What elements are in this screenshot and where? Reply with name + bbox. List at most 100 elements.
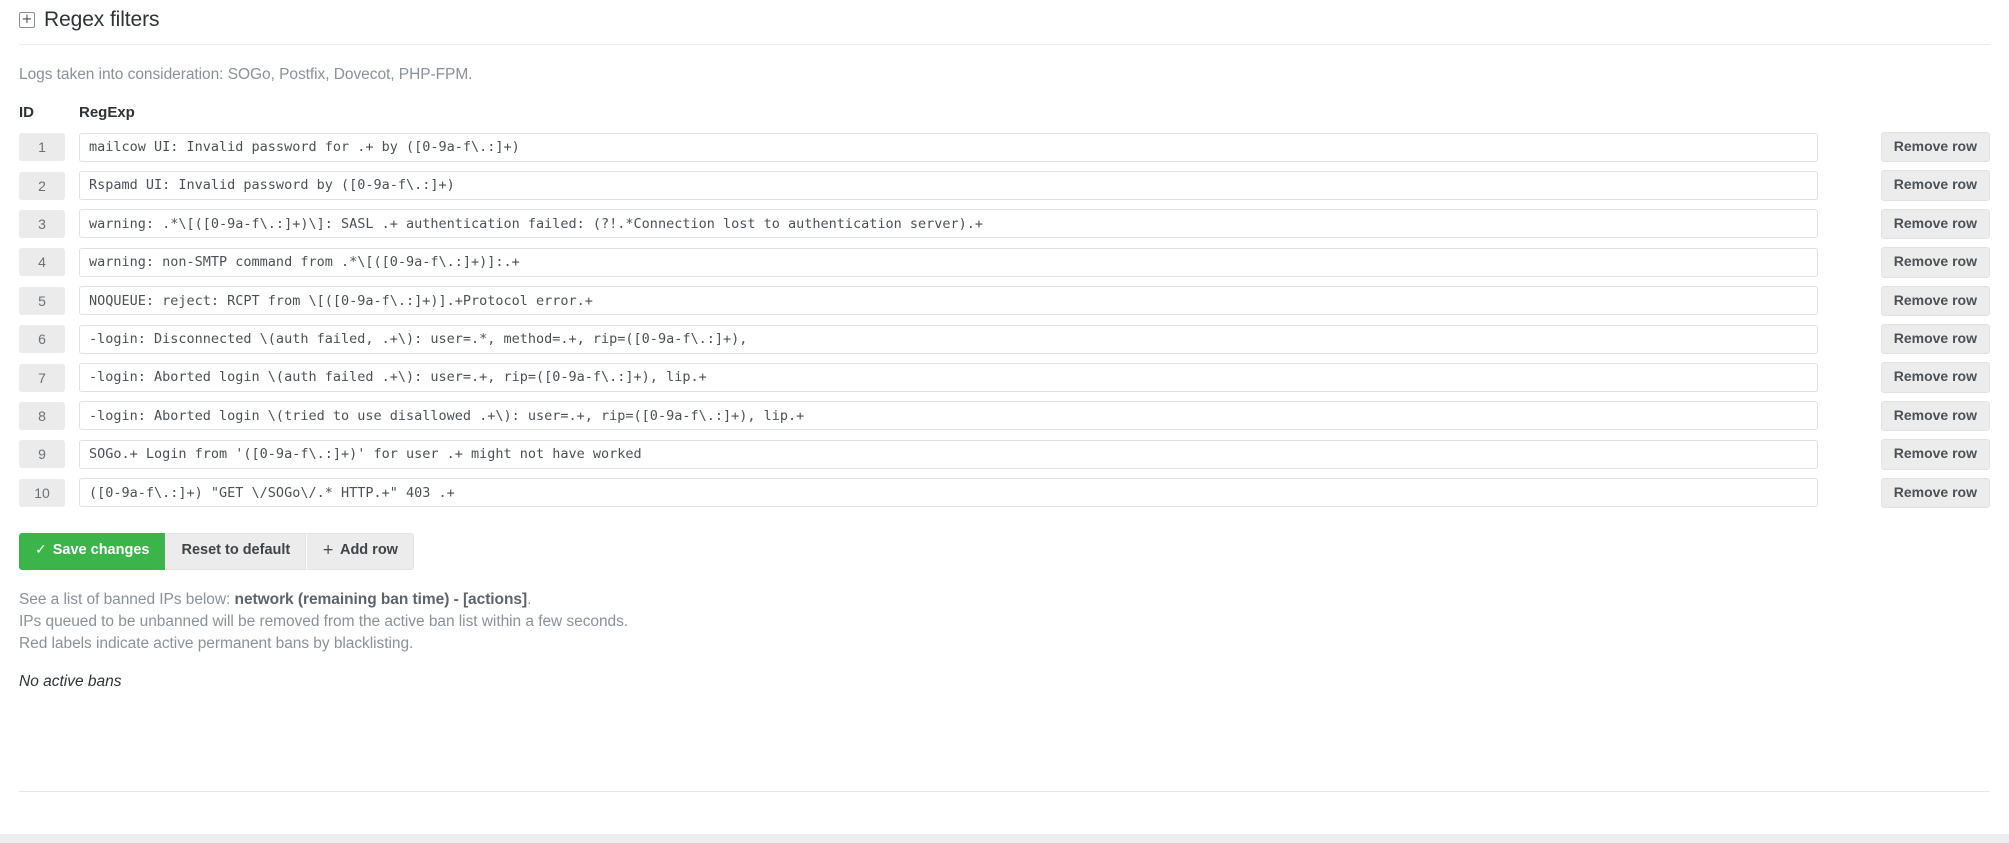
row-id-cell: 2: [19, 170, 65, 208]
table-row: 8 -login: Aborted login \(tried to use di…: [19, 400, 1990, 439]
row-id-value: 2: [19, 171, 65, 200]
row-id-cell: 1: [19, 132, 65, 170]
info-line-1-bold: network (remaining ban time) - [actions]: [234, 590, 528, 608]
no-active-bans-status: No active bans: [19, 672, 122, 690]
row-actions-cell: Remove row: [1830, 439, 1990, 477]
table-row: 7 -login: Aborted login \(auth failed .+\…: [19, 362, 1990, 400]
row-id-cell: 8: [19, 401, 65, 439]
info-line-2: IPs queued to be unbanned will be remove…: [19, 612, 629, 630]
table-head: ID RegExp: [19, 104, 1990, 132]
row-regex-cell: -login: Aborted login \(tried to use dis…: [65, 401, 1830, 439]
table-row: 1 mailcow UI: Invalid password for .+ by …: [19, 132, 1990, 170]
remove-row-button[interactable]: Remove row: [1880, 362, 1990, 393]
info-line-1-suffix: .: [527, 590, 532, 608]
row-id-value: 3: [19, 209, 65, 238]
plus-box-icon[interactable]: +: [19, 12, 35, 28]
check-icon: ✓: [35, 542, 47, 559]
save-changes-button[interactable]: ✓ Save changes: [19, 532, 166, 570]
regex-input[interactable]: -login: Aborted login \(auth failed .+\)…: [79, 363, 1818, 393]
regex-input[interactable]: Rspamd UI: Invalid password by ([0-9a-f\…: [79, 171, 1818, 201]
remove-row-button[interactable]: Remove row: [1880, 400, 1990, 432]
row-regex-cell: -login: Disconnected \(auth failed, .+\)…: [65, 324, 1830, 362]
reset-to-default-button[interactable]: Reset to default: [165, 532, 307, 570]
regex-input[interactable]: warning: non-SMTP command from .*\[([0-9…: [79, 247, 1818, 277]
row-regex-cell: SOGo.+ Login from '([0-9a-f\.:]+)' for u…: [65, 439, 1830, 477]
form-actions-toolbar: ✓ Save changes Reset to default + Add ro…: [19, 532, 414, 570]
logs-considered-note: Logs taken into consideration: SOGo, Pos…: [19, 66, 473, 83]
remove-row-button[interactable]: Remove row: [1880, 285, 1990, 316]
remove-row-button[interactable]: Remove row: [1880, 247, 1990, 278]
row-actions-cell: Remove row: [1830, 323, 1990, 362]
info-line-1-prefix: See a list of banned IPs below:: [19, 590, 235, 608]
reset-to-default-label: Reset to default: [181, 541, 291, 558]
row-actions-cell: Remove row: [1830, 247, 1990, 285]
row-id-value: 1: [19, 133, 65, 162]
table-row: 10 ([0-9a-f\.:]+) "GET \/SOGo\/.* HTTP.+"…: [19, 477, 1990, 516]
table-body: 1 mailcow UI: Invalid password for .+ by …: [19, 132, 1990, 516]
row-id-cell: 3: [19, 209, 65, 247]
regex-input[interactable]: -login: Aborted login \(tried to use dis…: [79, 401, 1818, 431]
row-id-value: 4: [19, 248, 65, 277]
row-actions-cell: Remove row: [1830, 285, 1990, 324]
remove-row-button[interactable]: Remove row: [1880, 170, 1990, 201]
row-id-value: 5: [19, 286, 65, 315]
row-id-value: 7: [19, 363, 65, 392]
row-actions-cell: Remove row: [1830, 132, 1990, 170]
panel-header: + Regex filters: [19, 0, 1990, 45]
row-id-cell: 7: [19, 362, 65, 400]
row-regex-cell: warning: non-SMTP command from .*\[([0-9…: [65, 247, 1830, 285]
remove-row-button[interactable]: Remove row: [1880, 477, 1990, 508]
row-actions-cell: Remove row: [1830, 362, 1990, 400]
regex-filters-page: + Regex filters Logs taken into consider…: [0, 0, 2009, 843]
row-regex-cell: NOQUEUE: reject: RCPT from \[([0-9a-f\.:…: [65, 286, 1830, 324]
ban-list-info: See a list of banned IPs below: network …: [19, 589, 1990, 691]
section-divider: [19, 791, 1990, 792]
save-changes-label: Save changes: [52, 541, 150, 558]
remove-row-button[interactable]: Remove row: [1880, 323, 1990, 355]
row-regex-cell: -login: Aborted login \(auth failed .+\)…: [65, 362, 1830, 400]
remove-row-button[interactable]: Remove row: [1880, 208, 1990, 240]
row-regex-cell: warning: .*\[([0-9a-f\.:]+)\]: SASL .+ a…: [65, 209, 1830, 247]
regex-input[interactable]: ([0-9a-f\.:]+) "GET \/SOGo\/.* HTTP.+" 4…: [79, 478, 1818, 508]
regex-input[interactable]: -login: Disconnected \(auth failed, .+\)…: [79, 324, 1818, 354]
regex-filters-table: ID RegExp 1 mailcow UI: Invalid password …: [19, 104, 1990, 516]
row-id-cell: 6: [19, 324, 65, 362]
row-id-value: 8: [19, 401, 65, 430]
table-row: 3 warning: .*\[([0-9a-f\.:]+)\]: SASL .+ …: [19, 208, 1990, 247]
row-actions-cell: Remove row: [1830, 400, 1990, 439]
row-regex-cell: Rspamd UI: Invalid password by ([0-9a-f\…: [65, 170, 1830, 208]
row-actions-cell: Remove row: [1830, 477, 1990, 516]
row-actions-cell: Remove row: [1830, 170, 1990, 208]
add-row-button[interactable]: + Add row: [306, 532, 414, 570]
row-id-value: 9: [19, 440, 65, 469]
table-row: 4 warning: non-SMTP command from .*\[([0-…: [19, 247, 1990, 285]
column-header-id: ID: [19, 104, 34, 121]
page-title: Regex filters: [44, 8, 160, 31]
info-line-1: See a list of banned IPs below: network …: [19, 589, 1990, 611]
add-row-label: Add row: [339, 541, 398, 558]
plus-icon: +: [322, 542, 334, 559]
row-regex-cell: mailcow UI: Invalid password for .+ by (…: [65, 132, 1830, 170]
regex-input[interactable]: SOGo.+ Login from '([0-9a-f\.:]+)' for u…: [79, 439, 1818, 469]
column-header-actions: [1830, 104, 1990, 132]
table-row: 5 NOQUEUE: reject: RCPT from \[([0-9a-f\.…: [19, 285, 1990, 324]
row-id-value: 10: [19, 478, 65, 507]
row-id-cell: 10: [19, 478, 65, 516]
row-id-cell: 5: [19, 286, 65, 324]
table-row: 6 -login: Disconnected \(auth failed, .+\…: [19, 323, 1990, 362]
regex-input[interactable]: warning: .*\[([0-9a-f\.:]+)\]: SASL .+ a…: [79, 209, 1818, 239]
row-id-value: 6: [19, 325, 65, 354]
footer-strip: [0, 834, 2009, 843]
remove-row-button[interactable]: Remove row: [1880, 439, 1990, 470]
column-header-regexp: RegExp: [79, 104, 135, 121]
row-actions-cell: Remove row: [1830, 208, 1990, 247]
remove-row-button[interactable]: Remove row: [1880, 132, 1990, 163]
regex-input[interactable]: NOQUEUE: reject: RCPT from \[([0-9a-f\.:…: [79, 286, 1818, 316]
info-line-3: Red labels indicate active permanent ban…: [19, 634, 414, 652]
table-row: 9 SOGo.+ Login from '([0-9a-f\.:]+)' for …: [19, 439, 1990, 477]
row-id-cell: 9: [19, 439, 65, 477]
table-header-row: ID RegExp: [19, 104, 1990, 132]
regex-input[interactable]: mailcow UI: Invalid password for .+ by (…: [79, 132, 1818, 162]
row-id-cell: 4: [19, 247, 65, 285]
table-row: 2 Rspamd UI: Invalid password by ([0-9a-f…: [19, 170, 1990, 208]
